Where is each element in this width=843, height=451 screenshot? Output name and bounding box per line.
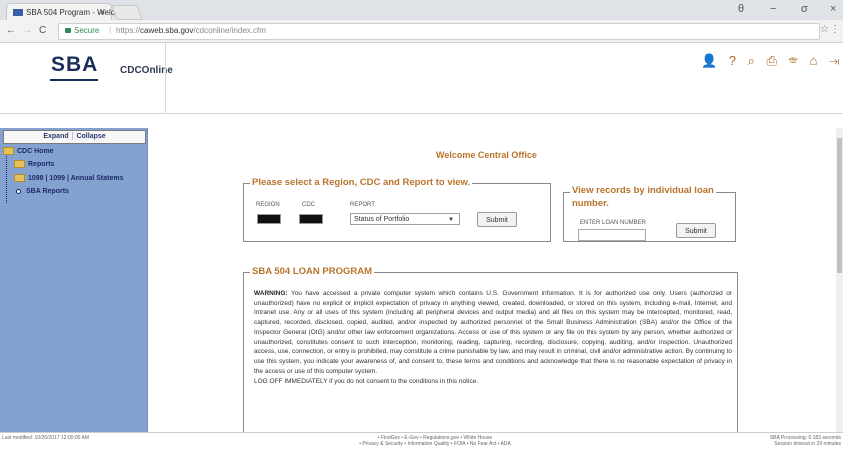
url-prefix: https:// bbox=[116, 26, 141, 35]
folder-icon bbox=[14, 174, 25, 182]
minimize-icon[interactable]: − bbox=[770, 3, 776, 15]
warning-label: WARNING: bbox=[254, 290, 288, 297]
forward-icon[interactable]: → bbox=[22, 25, 32, 36]
report-select[interactable]: Status of Portfolio ▼ bbox=[350, 213, 460, 225]
sidebar-item-label: Reports bbox=[28, 160, 55, 168]
cdc-label: CDC bbox=[302, 202, 315, 208]
footer-status: SBA Processing: 0.183 seconds Session ti… bbox=[770, 435, 841, 447]
expand-collapse-bar: Expand | Collapse bbox=[3, 130, 146, 144]
cdc-select[interactable] bbox=[299, 214, 323, 224]
region-form-legend: Please select a Region, CDC and Report t… bbox=[250, 177, 473, 188]
warning-text-block: WARNING: You have accessed a private com… bbox=[254, 289, 732, 387]
program-notice: SBA 504 LOAN PROGRAM WARNING: You have a… bbox=[243, 266, 738, 433]
region-submit-button[interactable]: Submit bbox=[477, 212, 517, 227]
warning-text: You have accessed a private computer sys… bbox=[254, 290, 732, 375]
url-separator: | bbox=[109, 25, 112, 34]
last-modified: Last modified: 10/26/2017 12:00:00 AM bbox=[2, 435, 90, 441]
back-icon[interactable]: ← bbox=[6, 25, 16, 36]
logo-text: SBA bbox=[51, 53, 99, 76]
session-timeout: Session timeout in 29 minutes bbox=[774, 441, 841, 447]
reload-icon[interactable]: C bbox=[39, 25, 46, 36]
report-select-value: Status of Portfolio bbox=[354, 216, 410, 223]
bullet-icon bbox=[16, 189, 21, 194]
region-label: REGION bbox=[256, 202, 280, 208]
logo-underline bbox=[50, 79, 98, 81]
scrollbar-thumb[interactable] bbox=[837, 138, 842, 273]
footer-links: • FirstGov • E-Gov • Regulations.gov • W… bbox=[300, 435, 570, 447]
address-bar-row: ← → C Secure | https://caweb.sba.gov/cdc… bbox=[0, 20, 843, 43]
tab-close-icon[interactable]: × bbox=[100, 7, 105, 17]
sidebar-item-cdc-home[interactable]: CDC Home bbox=[3, 147, 54, 155]
collapse-link[interactable]: Collapse bbox=[76, 133, 105, 140]
footer-links-line2[interactable]: • Privacy & Security • Information Quali… bbox=[300, 441, 570, 447]
folder-open-icon bbox=[3, 147, 14, 155]
url-text: https://caweb.sba.gov/cdconline/index.cf… bbox=[116, 26, 266, 35]
sidebar-item-label: 1098 | 1099 | Annual Statems bbox=[28, 174, 124, 182]
report-label: REPORT bbox=[350, 202, 375, 208]
header-divider bbox=[165, 43, 166, 113]
loan-form-legend-line1: View records by individual loan bbox=[572, 185, 714, 196]
sidebar-item-label: CDC Home bbox=[17, 147, 54, 155]
region-form: Please select a Region, CDC and Report t… bbox=[243, 177, 551, 242]
sidebar-item-label: SBA Reports bbox=[26, 188, 69, 195]
menu-icon[interactable]: ⋮ bbox=[830, 24, 840, 35]
lock-icon bbox=[65, 28, 71, 33]
sidebar-item-annual-statements[interactable]: 1098 | 1099 | Annual Statems bbox=[14, 174, 123, 182]
tree-connector bbox=[6, 148, 7, 203]
loan-submit-button[interactable]: Submit bbox=[676, 223, 716, 238]
close-window-icon[interactable]: × bbox=[830, 3, 836, 15]
region-select[interactable] bbox=[257, 214, 281, 224]
loan-number-input[interactable] bbox=[578, 229, 646, 241]
page-footer: Last modified: 10/26/2017 12:00:00 AM • … bbox=[0, 432, 843, 451]
folder-icon bbox=[14, 160, 25, 168]
header-toolbar-icons[interactable]: 👤 ? ⌕ ⎙ ☏ ⌂ ⇥ bbox=[701, 53, 843, 69]
logoff-notice: LOG OFF IMMEDIATELY if you do not consen… bbox=[254, 378, 478, 386]
loan-form: View records by individual loan number. … bbox=[563, 184, 736, 242]
sba-favicon-icon bbox=[13, 9, 23, 16]
loan-number-label: ENTER LOAN NUMBER bbox=[580, 220, 647, 226]
profile-icon[interactable]: θ bbox=[738, 3, 744, 15]
secure-label: Secure bbox=[74, 26, 100, 35]
expand-link[interactable]: Expand bbox=[43, 133, 68, 140]
loan-form-legend-line2: number. bbox=[572, 198, 609, 209]
chevron-down-icon: ▼ bbox=[448, 217, 454, 223]
url-field[interactable]: Secure | https://caweb.sba.gov/cdconline… bbox=[58, 23, 820, 40]
new-tab-button[interactable] bbox=[111, 5, 143, 20]
url-domain: caweb.sba.gov bbox=[140, 26, 194, 35]
app-header: SBA CDCOnline 👤 ? ⌕ ⎙ ☏ ⌂ ⇥ bbox=[0, 43, 843, 114]
browser-tab-bar: SBA 504 Program - Welc × θ − σ × bbox=[0, 0, 843, 21]
page-scrollbar[interactable] bbox=[836, 128, 843, 432]
sidebar-item-sba-reports[interactable]: SBA Reports bbox=[14, 188, 69, 195]
bookmark-star-icon[interactable]: ☆ bbox=[820, 24, 829, 35]
url-path: /cdconline/index.cfm bbox=[193, 26, 266, 35]
browser-tab[interactable]: SBA 504 Program - Welc × bbox=[6, 3, 115, 21]
program-legend: SBA 504 LOAN PROGRAM bbox=[250, 266, 374, 277]
sidebar-item-reports[interactable]: Reports bbox=[14, 160, 54, 168]
loan-form-legend: View records by individual loan number. bbox=[570, 184, 716, 210]
maximize-icon[interactable]: σ bbox=[801, 3, 808, 15]
sidebar: Expand | Collapse CDC Home Reports 1098 | … bbox=[0, 128, 148, 432]
welcome-heading: Welcome Central Office bbox=[436, 150, 537, 160]
sba-logo[interactable]: SBA bbox=[48, 53, 100, 93]
